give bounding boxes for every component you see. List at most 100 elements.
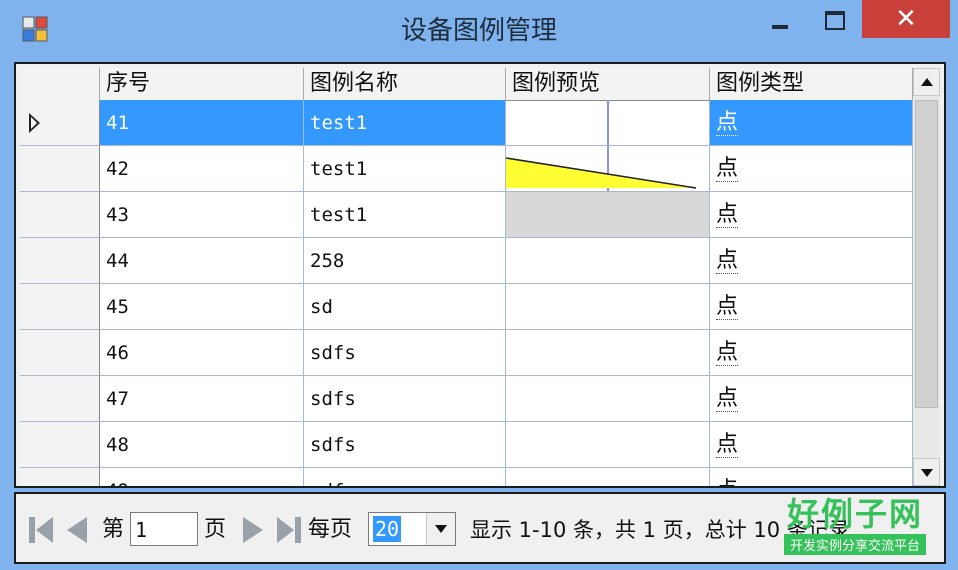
cell-type[interactable]: 点 (710, 422, 913, 468)
cell-type-label: 点 (716, 202, 739, 228)
row-header[interactable] (20, 422, 100, 468)
close-icon: ✕ (895, 4, 917, 34)
row-header[interactable] (20, 376, 100, 422)
cell-type-label: 点 (716, 386, 739, 412)
cell-name[interactable]: sdfs (304, 468, 506, 486)
grid-body[interactable]: 序号 图例名称 图例预览 图例类型 41 test1 点 42 test1 点 43 test… (20, 68, 913, 486)
cell-preview[interactable] (506, 146, 710, 192)
cell-type-label: 点 (716, 432, 739, 458)
cell-id[interactable]: 47 (100, 376, 304, 422)
row-header[interactable] (20, 284, 100, 330)
table-row[interactable]: 42 test1 点 (20, 146, 913, 192)
cell-name[interactable]: sd (304, 284, 506, 330)
cell-type[interactable]: 点 (710, 146, 913, 192)
minimize-button[interactable] (755, 0, 805, 40)
last-page-button[interactable] (274, 514, 304, 546)
data-grid[interactable]: 序号 图例名称 图例预览 图例类型 41 test1 点 42 test1 点 43 test… (14, 62, 946, 488)
cell-name[interactable]: sdfs (304, 330, 506, 376)
cell-id[interactable]: 48 (100, 422, 304, 468)
cell-name[interactable]: test1 (304, 192, 506, 238)
cell-id[interactable]: 41 (100, 100, 304, 146)
scroll-up-button[interactable] (913, 68, 940, 96)
grid-header: 序号 图例名称 图例预览 图例类型 (20, 68, 913, 101)
column-header-id[interactable]: 序号 (100, 68, 304, 100)
table-row[interactable]: 44 258 点 (20, 238, 913, 284)
legend-preview-image (506, 192, 709, 237)
cell-name[interactable]: 258 (304, 238, 506, 284)
row-header[interactable] (20, 330, 100, 376)
table-row[interactable]: 43 test1 点 (20, 192, 913, 238)
cell-preview[interactable] (506, 330, 710, 376)
table-row[interactable]: 48 sdfs 点 (20, 422, 913, 468)
cell-preview[interactable] (506, 376, 710, 422)
table-row[interactable]: 49sdfs 点 (20, 468, 913, 486)
cell-id[interactable]: 45 (100, 284, 304, 330)
prev-page-icon (67, 517, 87, 543)
cell-type[interactable]: 点 (710, 468, 913, 486)
cell-id[interactable]: 46 (100, 330, 304, 376)
cell-type[interactable]: 点 (710, 330, 913, 376)
scroll-thumb[interactable] (915, 100, 938, 408)
current-row-icon (29, 113, 40, 133)
cell-type[interactable]: 点 (710, 376, 913, 422)
row-header[interactable] (20, 146, 100, 192)
chevron-down-icon[interactable] (426, 513, 455, 545)
column-header-name[interactable]: 图例名称 (304, 68, 506, 100)
scroll-down-button[interactable] (913, 458, 940, 486)
cell-id[interactable]: 42 (100, 146, 304, 192)
cell-id[interactable]: 49 (100, 468, 304, 486)
page-number-input[interactable]: 1 (130, 512, 198, 546)
cell-preview[interactable] (506, 192, 710, 238)
row-header[interactable] (20, 100, 100, 146)
cell-type[interactable]: 点 (710, 192, 913, 238)
cell-type[interactable]: 点 (710, 100, 913, 146)
close-button[interactable]: ✕ (862, 0, 950, 38)
minimize-icon (772, 25, 788, 29)
vertical-scrollbar[interactable] (913, 68, 940, 486)
cell-preview[interactable] (506, 422, 710, 468)
legend-preview-image (506, 330, 709, 375)
cell-type-label: 点 (716, 248, 739, 274)
cell-type[interactable]: 点 (710, 238, 913, 284)
cell-name[interactable]: test1 (304, 100, 506, 146)
page-suffix-label: 页 (204, 517, 227, 542)
maximize-icon (825, 10, 845, 30)
cell-preview[interactable] (506, 238, 710, 284)
table-row[interactable]: 46 sdfs 点 (20, 330, 913, 376)
legend-preview-image (506, 146, 697, 191)
legend-preview-image (607, 100, 609, 145)
legend-preview-image (506, 422, 709, 467)
title-bar[interactable]: 设备图例管理 ✕ (0, 0, 958, 58)
legend-preview-image (506, 238, 709, 283)
cell-preview[interactable] (506, 284, 710, 330)
per-page-select[interactable]: 20 (368, 512, 456, 546)
column-header-preview[interactable]: 图例预览 (506, 68, 710, 100)
row-header[interactable] (20, 238, 100, 284)
prev-page-button[interactable] (62, 514, 92, 546)
next-page-icon (243, 517, 263, 543)
cell-id[interactable]: 44 (100, 238, 304, 284)
maximize-button[interactable] (810, 0, 860, 40)
table-row[interactable]: 47 sdfs 点 (20, 376, 913, 422)
cell-preview[interactable] (506, 468, 710, 486)
cell-type-label: 点 (716, 340, 739, 366)
cell-name[interactable]: test1 (304, 146, 506, 192)
cell-preview[interactable] (506, 100, 710, 146)
row-header-corner[interactable] (20, 68, 100, 100)
watermark-main: 好例子网 (786, 495, 923, 533)
cell-name[interactable]: sdfs (304, 422, 506, 468)
column-header-type[interactable]: 图例类型 (710, 68, 913, 100)
first-page-icon (29, 517, 53, 543)
cell-name[interactable]: sdfs (304, 376, 506, 422)
table-row[interactable]: 41 test1 点 (20, 100, 913, 146)
first-page-button[interactable] (26, 514, 56, 546)
cell-type-label: 点 (716, 156, 739, 182)
next-page-button[interactable] (238, 514, 268, 546)
cell-type[interactable]: 点 (710, 284, 913, 330)
per-page-label: 每页 (308, 517, 353, 542)
cell-id[interactable]: 43 (100, 192, 304, 238)
row-header[interactable] (20, 192, 100, 238)
row-header[interactable] (20, 468, 100, 486)
table-row[interactable]: 45 sd 点 (20, 284, 913, 330)
legend-preview-image (506, 468, 709, 486)
